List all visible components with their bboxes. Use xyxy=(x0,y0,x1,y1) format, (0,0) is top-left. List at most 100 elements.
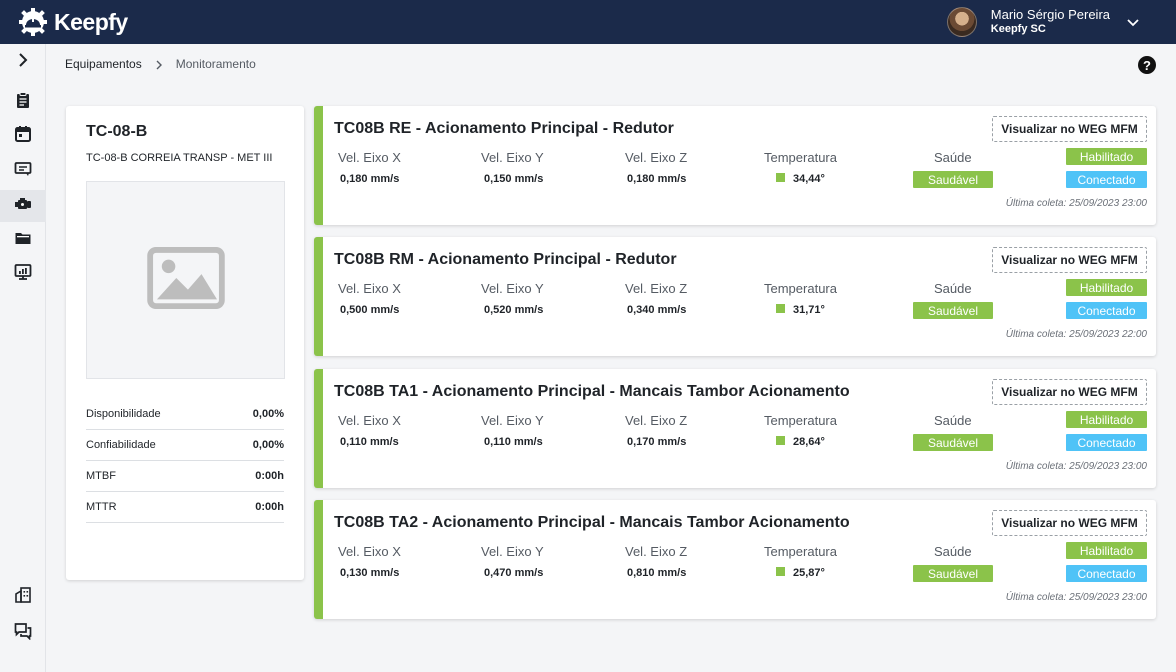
chevron-down-icon[interactable] xyxy=(1126,15,1140,29)
vel-z-label: Vel. Eixo Z xyxy=(625,413,688,428)
vel-x-value: 0,500 mm/s xyxy=(340,304,400,316)
vel-x-value: 0,130 mm/s xyxy=(340,567,400,579)
view-weg-mfm-button[interactable]: Visualizar no WEG MFM xyxy=(992,116,1147,142)
sensor-card[interactable]: TC08B TA1 - Acionamento Principal - Manc… xyxy=(314,369,1156,488)
breadcrumb-equipamentos[interactable]: Equipamentos xyxy=(65,57,142,71)
temperature-status-indicator xyxy=(776,304,785,313)
user-company: Keepfy SC xyxy=(990,23,1046,35)
vel-y-value: 0,520 mm/s xyxy=(484,304,544,316)
vel-x-label: Vel. Eixo X xyxy=(338,544,401,559)
last-collect: Última coleta: 25/09/2023 23:00 xyxy=(1005,461,1147,472)
user-name: Mario Sérgio Pereira xyxy=(990,7,1110,22)
sensor-title: TC08B TA2 - Acionamento Principal - Manc… xyxy=(334,514,850,531)
temperature-text: 34,44° xyxy=(793,173,825,185)
vel-x-value: 0,110 mm/s xyxy=(340,436,399,448)
help-icon[interactable]: ? xyxy=(1138,56,1156,74)
breadcrumb-monitoramento: Monitoramento xyxy=(175,57,256,71)
calendar-icon xyxy=(14,125,32,148)
temperature-value: 34,44° xyxy=(776,173,825,185)
connected-badge: Conectado xyxy=(1066,434,1147,451)
enabled-badge: Habilitado xyxy=(1066,279,1147,296)
chat-icon xyxy=(14,622,32,645)
connected-badge: Conectado xyxy=(1066,302,1147,319)
health-badge: Saudável xyxy=(913,434,993,451)
sidebar-item-tickets[interactable] xyxy=(0,154,46,186)
temperature-label: Temperatura xyxy=(764,150,837,165)
last-collect: Última coleta: 25/09/2023 22:00 xyxy=(1005,329,1147,340)
sidebar-item-documents[interactable] xyxy=(0,224,46,256)
sensor-title: TC08B RE - Acionamento Principal - Redut… xyxy=(334,120,674,137)
clipboard-icon xyxy=(14,91,32,114)
view-weg-mfm-button[interactable]: Visualizar no WEG MFM xyxy=(992,510,1147,536)
vel-y-value: 0,150 mm/s xyxy=(484,173,544,185)
sidebar-item-companies[interactable] xyxy=(0,581,46,613)
view-weg-mfm-button[interactable]: Visualizar no WEG MFM xyxy=(992,379,1147,405)
equipment-image-placeholder[interactable] xyxy=(86,181,285,379)
metric-label: MTTR xyxy=(86,501,117,513)
building-icon xyxy=(14,586,32,609)
avatar[interactable] xyxy=(946,7,977,37)
temperature-status-indicator xyxy=(776,173,785,182)
temperature-label: Temperatura xyxy=(764,413,837,428)
temperature-text: 25,87° xyxy=(793,567,825,579)
temperature-status-indicator xyxy=(776,567,785,576)
temperature-label: Temperatura xyxy=(764,544,837,559)
sensor-card[interactable]: TC08B TA2 - Acionamento Principal - Manc… xyxy=(314,500,1156,619)
sidebar-item-messages[interactable] xyxy=(0,617,46,649)
sensor-card[interactable]: TC08B RM - Acionamento Principal - Redut… xyxy=(314,237,1156,356)
vel-z-label: Vel. Eixo Z xyxy=(625,281,688,296)
metric-label: Confiabilidade xyxy=(86,439,156,451)
vel-z-label: Vel. Eixo Z xyxy=(625,544,688,559)
vel-x-label: Vel. Eixo X xyxy=(338,150,401,165)
top-bar: Keepfy Mario Sérgio Pereira Keepfy SC xyxy=(0,0,1176,44)
metric-row: Confiabilidade 0,00% xyxy=(86,430,284,461)
health-badge: Saudável xyxy=(913,171,993,188)
sidebar-expand-button[interactable] xyxy=(0,46,46,78)
image-placeholder-icon xyxy=(146,246,225,314)
view-weg-mfm-button[interactable]: Visualizar no WEG MFM xyxy=(992,247,1147,273)
breadcrumb: Equipamentos Monitoramento xyxy=(65,57,256,71)
monitor-chart-icon xyxy=(14,263,32,286)
equipment-card: TC-08-B TC-08-B CORREIA TRANSP - MET III… xyxy=(66,106,304,580)
user-menu[interactable]: Mario Sérgio Pereira Keepfy SC xyxy=(946,7,1140,37)
vel-z-value: 0,180 mm/s xyxy=(627,173,687,185)
metric-label: Disponibilidade xyxy=(86,408,161,420)
vel-x-label: Vel. Eixo X xyxy=(338,281,401,296)
enabled-badge: Habilitado xyxy=(1066,148,1147,165)
sidebar-item-calendar[interactable] xyxy=(0,120,46,152)
health-label: Saúde xyxy=(934,150,972,165)
health-badge: Saudável xyxy=(913,565,993,582)
metric-value: 0:00h xyxy=(255,501,284,513)
sidebar-item-monitoring[interactable] xyxy=(0,258,46,290)
vel-x-value: 0,180 mm/s xyxy=(340,173,400,185)
temperature-value: 25,87° xyxy=(776,567,825,579)
equipment-icon xyxy=(14,195,32,218)
metric-row: MTBF 0:00h xyxy=(86,461,284,492)
sidebar-item-equipment[interactable] xyxy=(0,190,46,222)
temperature-text: 31,71° xyxy=(793,304,825,316)
sensor-card[interactable]: TC08B RE - Acionamento Principal - Redut… xyxy=(314,106,1156,225)
vel-y-label: Vel. Eixo Y xyxy=(481,413,544,428)
temperature-label: Temperatura xyxy=(764,281,837,296)
folder-icon xyxy=(14,229,32,252)
equipment-title: TC-08-B xyxy=(86,123,148,140)
equipment-description: TC-08-B CORREIA TRANSP - MET III xyxy=(86,152,273,164)
chevron-right-icon xyxy=(154,59,164,70)
connected-badge: Conectado xyxy=(1066,171,1147,188)
enabled-badge: Habilitado xyxy=(1066,411,1147,428)
metric-label: MTBF xyxy=(86,470,116,482)
brand-name: Keepfy xyxy=(54,8,128,35)
chevron-right-icon xyxy=(14,51,32,74)
metric-row: Disponibilidade 0,00% xyxy=(86,399,284,430)
metric-value: 0,00% xyxy=(252,439,284,451)
enabled-badge: Habilitado xyxy=(1066,542,1147,559)
brand-logo[interactable]: Keepfy xyxy=(18,7,128,37)
metric-value: 0,00% xyxy=(252,408,284,420)
last-collect: Última coleta: 25/09/2023 23:00 xyxy=(1005,592,1147,603)
user-info: Mario Sérgio Pereira Keepfy SC xyxy=(991,8,1110,36)
temperature-value: 28,64° xyxy=(776,436,825,448)
last-collect: Última coleta: 25/09/2023 23:00 xyxy=(1005,198,1147,209)
sidebar-item-work-orders[interactable] xyxy=(0,86,46,118)
vel-z-value: 0,810 mm/s xyxy=(627,567,687,579)
temperature-value: 31,71° xyxy=(776,304,825,316)
